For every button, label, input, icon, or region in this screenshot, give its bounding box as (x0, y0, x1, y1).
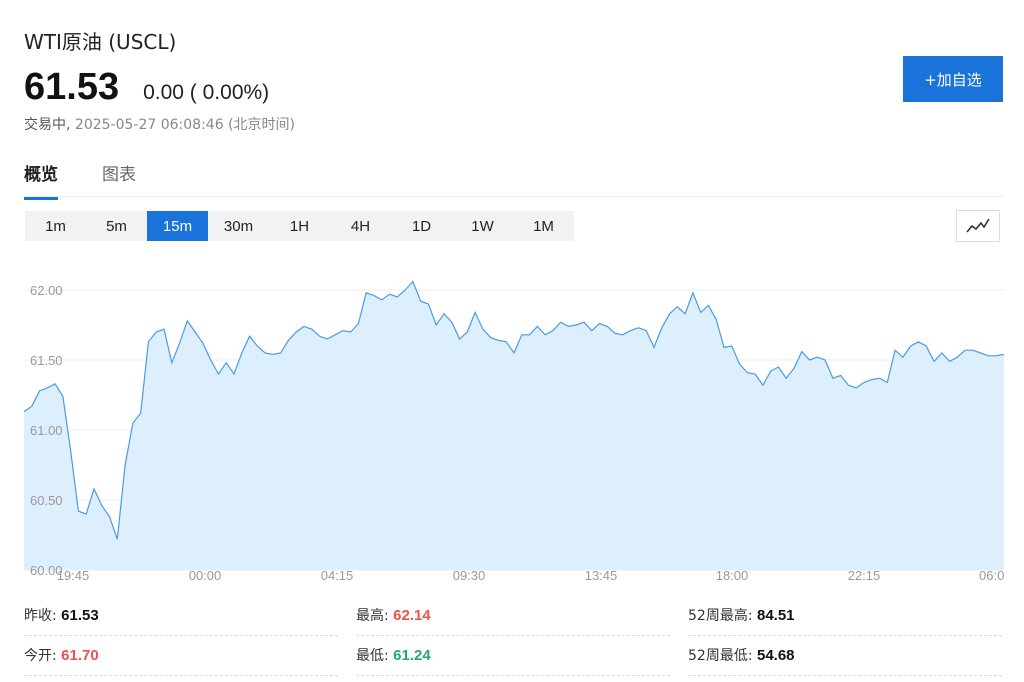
stat-52w-high: 52周最高: 84.51 (688, 596, 1002, 636)
stat-value: 62.14 (393, 607, 431, 624)
stat-value: 61.53 (61, 607, 99, 624)
stat-label: 昨收: (24, 608, 57, 624)
period-selector: 1m 5m 15m 30m 1H 4H 1D 1W 1M (25, 211, 574, 241)
period-1h[interactable]: 1H (269, 211, 330, 241)
stat-value: 61.70 (61, 647, 99, 664)
price-chart[interactable]: 62.00 61.50 61.00 60.50 60.00 19:45 00:00 04:15… (24, 256, 1004, 591)
period-1w[interactable]: 1W (452, 211, 513, 241)
main-tabs: 概览 图表 (24, 160, 180, 200)
x-tick-label: 00:00 (189, 568, 222, 583)
tab-overview[interactable]: 概览 (24, 160, 58, 200)
x-tick-label: 04:15 (321, 568, 354, 583)
period-4h[interactable]: 4H (330, 211, 391, 241)
period-1d[interactable]: 1D (391, 211, 452, 241)
current-price: 61.53 (24, 66, 120, 108)
stat-52w-low: 52周最低: 54.68 (688, 636, 1002, 676)
tab-chart[interactable]: 图表 (102, 160, 136, 200)
trading-status: 交易中, 2025-05-27 06:08:46 (北京时间) (24, 114, 295, 134)
instrument-title: WTI原油 (USCL) (24, 30, 177, 54)
stat-label: 52周最高: (688, 608, 753, 624)
x-tick-label: 06:0 (979, 568, 1004, 583)
period-15m[interactable]: 15m (147, 211, 208, 241)
timestamp: 2025-05-27 06:08:46 (74, 117, 224, 133)
timezone: (北京时间) (228, 117, 295, 133)
period-1mo[interactable]: 1M (513, 211, 574, 241)
period-5m[interactable]: 5m (86, 211, 147, 241)
x-tick-label: 19:45 (57, 568, 90, 583)
add-watchlist-button[interactable]: +加自选 (903, 56, 1003, 102)
y-tick-label: 61.00 (30, 423, 63, 438)
stat-label: 52周最低: (688, 648, 753, 664)
period-30m[interactable]: 30m (208, 211, 269, 241)
x-tick-label: 13:45 (585, 568, 618, 583)
chart-type-button[interactable] (956, 210, 1000, 242)
stat-label: 今开: (24, 648, 57, 664)
tabs-divider (24, 196, 1004, 197)
stat-high: 最高: 62.14 (356, 596, 670, 636)
stat-open: 今开: 61.70 (24, 636, 338, 676)
stat-value: 54.68 (756, 647, 795, 664)
x-tick-label: 09:30 (453, 568, 486, 583)
y-tick-label: 60.50 (30, 493, 63, 508)
line-chart-icon (966, 218, 990, 233)
price-change: 0.00 ( 0.00%) (143, 81, 270, 104)
stat-low: 最低: 61.24 (356, 636, 670, 676)
stat-value: 84.51 (756, 607, 795, 624)
stat-label: 最低: (356, 648, 389, 664)
stat-prev-close: 昨收: 61.53 (24, 596, 338, 636)
period-1m[interactable]: 1m (25, 211, 86, 241)
chart-svg: 62.0061.5061.0060.5060.0019:45 00:00 04:15… (24, 256, 1004, 591)
price-row: 61.53 0.00 ( 0.00%) (24, 66, 269, 109)
x-tick-label: 18:00 (716, 568, 749, 583)
y-tick-label: 62.00 (30, 283, 63, 298)
x-tick-label: 22:15 (848, 568, 881, 583)
stat-label: 最高: (356, 608, 389, 624)
status-label: 交易中, (24, 117, 71, 133)
y-tick-label: 61.50 (30, 353, 63, 368)
stat-value: 61.24 (393, 647, 431, 664)
